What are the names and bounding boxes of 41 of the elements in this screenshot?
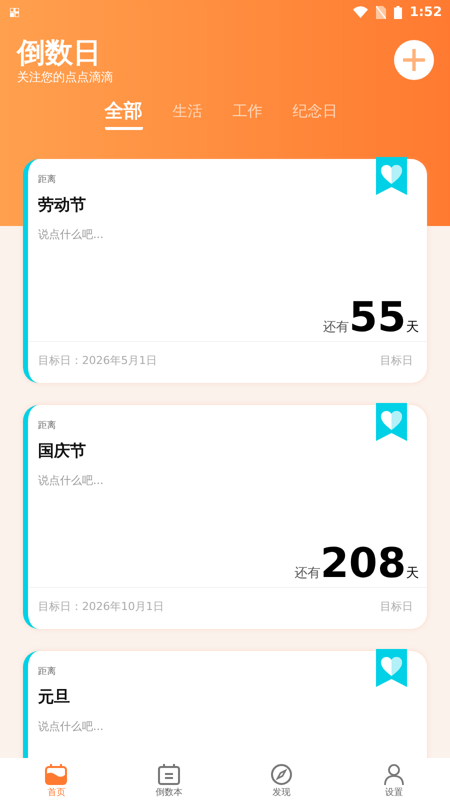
no-sim-icon bbox=[376, 6, 386, 18]
event-card[interactable]: 距离 劳动节 说点什么吧... 还有 55 天 目标日：2026年5月1日 目标日 bbox=[23, 159, 427, 383]
notebook-icon bbox=[158, 764, 180, 784]
event-note: 说点什么吧... bbox=[38, 719, 104, 734]
clock: 1:52 bbox=[410, 4, 442, 20]
remaining-label: 还有 bbox=[322, 319, 349, 336]
event-title: 元旦 bbox=[38, 687, 71, 708]
days-unit: 天 bbox=[406, 319, 419, 336]
nav-tab[interactable]: 发现 bbox=[225, 758, 338, 800]
event-card[interactable]: 距离 元旦 说点什么吧... bbox=[23, 651, 427, 758]
target-label: 目标日 bbox=[380, 353, 413, 369]
event-note: 说点什么吧... bbox=[38, 227, 104, 242]
heart-bookmark-icon bbox=[376, 649, 407, 687]
nav-tab[interactable]: 设置 bbox=[338, 758, 450, 800]
app-title: 倒数日 bbox=[17, 36, 102, 70]
battery-icon bbox=[394, 6, 402, 18]
days-count: 55 bbox=[348, 295, 406, 339]
days-count: 208 bbox=[320, 541, 406, 585]
distance-label: 距离 bbox=[38, 174, 57, 186]
target-date: 目标日：2026年10月1日 bbox=[38, 599, 164, 615]
person-icon bbox=[384, 764, 404, 784]
event-note: 说点什么吧... bbox=[38, 473, 104, 488]
plus-icon bbox=[403, 49, 425, 71]
event-title: 劳动节 bbox=[38, 195, 87, 216]
notification-icon bbox=[10, 8, 19, 16]
event-card[interactable]: 距离 国庆节 说点什么吧... 还有 208 天 目标日：2026年10月1日 目标日 bbox=[23, 405, 427, 629]
heart-bookmark-icon bbox=[376, 157, 407, 195]
target-date: 目标日：2026年5月1日 bbox=[38, 353, 157, 369]
wifi-icon bbox=[352, 6, 368, 18]
calendar-icon bbox=[45, 764, 68, 784]
nav-tab[interactable]: 倒数本 bbox=[112, 758, 225, 800]
days-unit: 天 bbox=[406, 565, 419, 582]
remaining-label: 还有 bbox=[294, 565, 320, 582]
event-title: 国庆节 bbox=[38, 441, 87, 462]
heart-bookmark-icon bbox=[376, 403, 407, 441]
distance-label: 距离 bbox=[38, 420, 57, 432]
distance-label: 距离 bbox=[38, 666, 57, 678]
app-subtitle: 关注您的点点滴滴 bbox=[17, 70, 114, 84]
compass-icon bbox=[270, 764, 292, 784]
target-label: 目标日 bbox=[380, 599, 413, 615]
add-button[interactable] bbox=[394, 40, 434, 80]
